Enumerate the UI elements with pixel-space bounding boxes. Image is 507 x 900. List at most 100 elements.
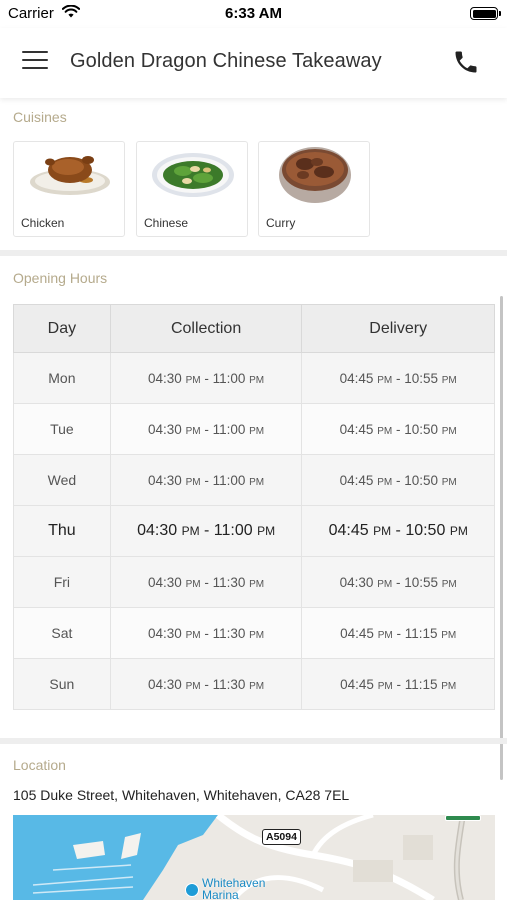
column-header-collection: Collection bbox=[109, 304, 303, 353]
day-cell: Sat bbox=[13, 607, 111, 659]
time-value: 11:15 bbox=[404, 676, 438, 692]
ampm-label: PM bbox=[185, 629, 201, 641]
map-road-marker bbox=[445, 815, 481, 821]
time-value: 04:30 bbox=[148, 472, 182, 488]
time-value: 04:30 bbox=[148, 574, 182, 590]
scrollbar[interactable] bbox=[500, 296, 503, 780]
column-header-delivery: Delivery bbox=[301, 304, 495, 353]
time-value: 11:30 bbox=[212, 574, 246, 590]
time-value: 04:45 bbox=[339, 421, 374, 437]
ampm-label: PM bbox=[377, 425, 393, 437]
delivery-hours-cell: 04:45 PM - 10:50 PM bbox=[301, 403, 495, 455]
section-divider bbox=[0, 250, 507, 256]
time-value: 04:45 bbox=[339, 370, 374, 386]
cuisine-name: Curry bbox=[266, 216, 296, 230]
table-row: Mon 04:30 PM - 11:00 PM 04:45 PM - 10:55 P… bbox=[13, 352, 495, 404]
road-sign-label: A5094 bbox=[262, 829, 301, 845]
app-header: Golden Dragon Chinese Takeaway bbox=[0, 28, 507, 98]
delivery-hours-cell: 04:45 PM - 11:15 PM bbox=[301, 607, 495, 659]
cuisine-name: Chinese bbox=[144, 216, 189, 230]
ampm-label: PM bbox=[377, 680, 393, 692]
time-value: 04:45 bbox=[340, 676, 374, 692]
ampm-label: PM bbox=[449, 524, 468, 538]
table-row: Fri 04:30 PM - 11:30 PM 04:30 PM - 10:55 P… bbox=[13, 556, 495, 608]
ampm-label: PM bbox=[185, 476, 201, 488]
chicken-dish-image bbox=[14, 142, 126, 210]
ampm-label: PM bbox=[441, 629, 457, 641]
ampm-label: PM bbox=[249, 374, 265, 386]
delivery-hours-cell: 04:30 PM - 10:55 PM bbox=[301, 556, 495, 608]
cuisine-card-curry[interactable]: Curry bbox=[258, 141, 370, 237]
collection-hours-cell: 04:30 PM - 11:00 PM bbox=[109, 403, 303, 455]
time-value: 04:30 bbox=[148, 676, 182, 692]
ampm-label: PM bbox=[441, 680, 457, 692]
location-map[interactable]: A5094 Whitehaven Marina bbox=[13, 815, 495, 900]
time-value: 04:45 bbox=[339, 472, 374, 488]
address-text: 105 Duke Street, Whitehaven, Whitehaven,… bbox=[13, 787, 350, 803]
phone-icon[interactable] bbox=[452, 48, 482, 78]
time-value: 10:55 bbox=[404, 574, 438, 590]
map-place-line2: Marina bbox=[202, 888, 239, 900]
time-value: 04:30 bbox=[148, 625, 182, 641]
ampm-label: PM bbox=[185, 374, 201, 386]
table-row: Sun 04:30 PM - 11:30 PM 04:45 PM - 11:15 P… bbox=[13, 658, 495, 710]
ampm-label: PM bbox=[249, 476, 265, 488]
time-value: 10:55 bbox=[404, 370, 438, 386]
ampm-label: PM bbox=[249, 680, 265, 692]
map-place-label: Whitehaven Marina bbox=[202, 877, 265, 900]
time-value: 04:30 bbox=[148, 421, 182, 437]
delivery-hours-cell: 04:45 PM - 10:50 PM bbox=[301, 505, 495, 557]
delivery-hours-cell: 04:45 PM - 10:50 PM bbox=[301, 454, 495, 506]
page-title: Golden Dragon Chinese Takeaway bbox=[70, 50, 382, 72]
cuisine-card-chinese[interactable]: Chinese bbox=[136, 141, 248, 237]
cuisines-heading: Cuisines bbox=[13, 109, 67, 125]
cuisine-card-chicken[interactable]: Chicken bbox=[13, 141, 125, 237]
day-cell: Sun bbox=[13, 658, 111, 710]
map-pin-icon bbox=[185, 883, 199, 897]
collection-hours-cell: 04:30 PM - 11:00 PM bbox=[109, 505, 303, 557]
day-cell: Tue bbox=[13, 403, 111, 455]
location-heading: Location bbox=[13, 757, 66, 773]
collection-hours-cell: 04:30 PM - 11:30 PM bbox=[109, 556, 303, 608]
section-divider bbox=[0, 738, 507, 744]
day-cell: Wed bbox=[13, 454, 111, 506]
ampm-label: PM bbox=[373, 524, 392, 538]
time-value: 11:30 bbox=[212, 625, 246, 641]
ampm-label: PM bbox=[441, 425, 457, 437]
day-cell: Thu bbox=[13, 505, 111, 557]
collection-hours-cell: 04:30 PM - 11:30 PM bbox=[109, 607, 303, 659]
ampm-label: PM bbox=[377, 578, 393, 590]
time-value: 11:00 bbox=[212, 472, 246, 488]
time-value: 11:00 bbox=[213, 522, 253, 539]
column-header-day: Day bbox=[13, 304, 111, 353]
table-row: Tue 04:30 PM - 11:00 PM 04:45 PM - 10:50 P… bbox=[13, 403, 495, 455]
ampm-label: PM bbox=[249, 578, 265, 590]
time-value: 10:50 bbox=[404, 421, 438, 437]
table-header-row: Day Collection Delivery bbox=[13, 304, 495, 353]
time-value: 11:00 bbox=[212, 370, 246, 386]
curry-dish-image bbox=[259, 142, 371, 210]
day-cell: Fri bbox=[13, 556, 111, 608]
table-row: Thu 04:30 PM - 11:00 PM 04:45 PM - 10:50 P… bbox=[13, 505, 495, 557]
time-value: 11:00 bbox=[212, 421, 246, 437]
ampm-label: PM bbox=[377, 476, 393, 488]
ampm-label: PM bbox=[441, 476, 457, 488]
opening-hours-heading: Opening Hours bbox=[13, 270, 108, 286]
ampm-label: PM bbox=[377, 374, 393, 386]
time-value: 11:15 bbox=[404, 625, 438, 641]
battery-icon bbox=[470, 7, 501, 20]
ampm-label: PM bbox=[249, 629, 265, 641]
time-value: 10:50 bbox=[404, 472, 438, 488]
cuisine-name: Chicken bbox=[21, 216, 65, 230]
ampm-label: PM bbox=[257, 524, 276, 538]
ampm-label: PM bbox=[181, 524, 200, 538]
ampm-label: PM bbox=[441, 374, 457, 386]
chinese-dish-image bbox=[137, 142, 249, 210]
status-bar: Carrier 6:33 AM bbox=[0, 0, 507, 28]
hamburger-menu-icon[interactable] bbox=[22, 51, 48, 73]
collection-hours-cell: 04:30 PM - 11:00 PM bbox=[109, 454, 303, 506]
opening-hours-table: Day Collection Delivery Mon 04:30 PM - 11… bbox=[13, 304, 495, 710]
ampm-label: PM bbox=[377, 629, 393, 641]
time-value: 10:50 bbox=[405, 522, 446, 539]
time-value: 04:30 bbox=[137, 522, 178, 539]
